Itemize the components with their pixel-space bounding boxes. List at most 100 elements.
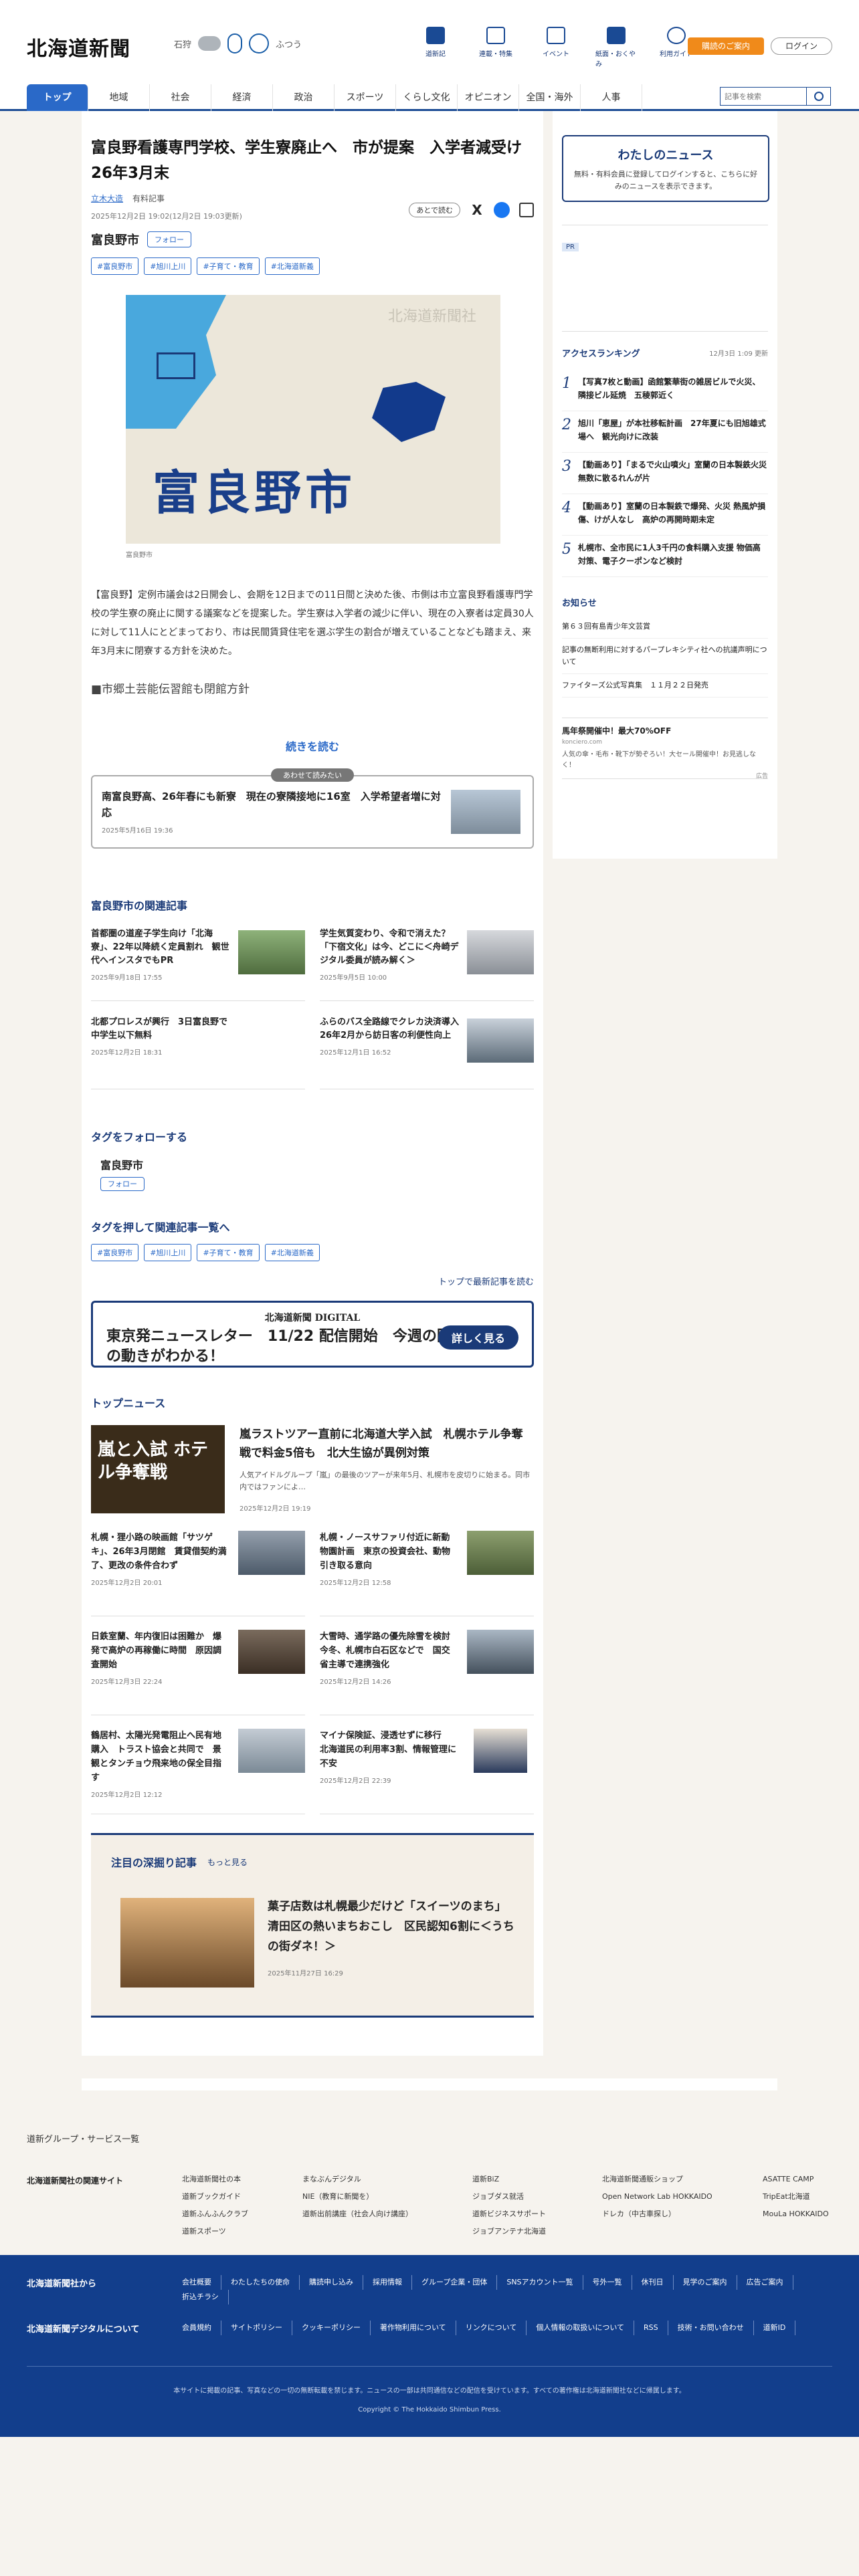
related-site-link[interactable]: ジョブアンテナ北海道 (472, 2223, 546, 2240)
footer-link[interactable]: 技術・お問い合わせ (678, 2321, 754, 2335)
facebook-share-icon[interactable] (494, 202, 510, 218)
deep-dive-more-link[interactable]: もっと見る (207, 1856, 248, 1868)
author-link[interactable]: 立木大造 (91, 193, 123, 204)
header-nav-item[interactable]: 紙面・おくやみ (595, 27, 637, 68)
related-item[interactable]: 北都プロレスが興行 3日富良野で 中学生以下無料 2025年12月2日 18:3… (91, 1016, 305, 1089)
related-site-link[interactable]: 道新出前講座（社会人向け講座） (302, 2206, 413, 2223)
related-site-link[interactable]: 道新ブックガイド (182, 2188, 248, 2206)
footer-link[interactable]: 広告ご案内 (747, 2275, 793, 2290)
top-news-item[interactable]: 札幌・狸小路の映画館「サツゲキ」、26年3月閉館 賃貸借契約満了、更改の条件合わ… (91, 1531, 305, 1616)
related-site-link[interactable]: 道新BiZ (472, 2171, 546, 2188)
footer-link[interactable]: 購読申し込み (309, 2275, 363, 2290)
related-item[interactable]: 首都圏の道産子学生向け「北海寮」、22年以降続く定員割れ 観世代へインスタでもP… (91, 928, 305, 1001)
tag-link[interactable]: #旭川上川 (144, 1244, 192, 1261)
related-site-link[interactable]: NIE（教育に新聞を） (302, 2188, 413, 2206)
share-icon[interactable] (519, 203, 534, 217)
top-news-item[interactable]: 大雪時、通学路の優先除雪を検討 今冬、札幌市白石区などで 国交省主導で連携強化 … (320, 1630, 534, 1715)
footer-link[interactable]: 会社概要 (182, 2275, 221, 2290)
also-read-card[interactable]: あわせて読みたい 南富良野高、26年春にも新寮 現在の寮隣接地に16室 入学希望… (91, 768, 534, 849)
top-news-item[interactable]: 鶴居村、太陽光発電阻止へ民有地購入 トラスト協会と共同で 景観とタンチョウ飛来地… (91, 1729, 305, 1814)
footer-link[interactable]: 休刊日 (642, 2275, 674, 2290)
footer-link[interactable]: 号外一覧 (593, 2275, 632, 2290)
footer-link[interactable]: クッキーポリシー (302, 2321, 371, 2335)
related-site-link[interactable]: 道新スポーツ (182, 2223, 248, 2240)
group-services-link[interactable]: 道新グループ・サービス一覧 (27, 2132, 139, 2145)
notice-item[interactable]: ファイターズ公式写真集 １１月２２日発売 (562, 674, 768, 697)
top-news-item[interactable]: マイナ保険証、浸透せずに移行 北海道民の利用率3割、情報管理に不安 2025年1… (320, 1729, 534, 1814)
related-site-link[interactable]: ASATTE CAMP (763, 2171, 829, 2188)
related-site-link[interactable]: まなぶんデジタル (302, 2171, 413, 2188)
related-item[interactable]: 学生気質変わり、令和で消えた？「下宿文化」は今、どこに＜舟崎デジタル委員が読み解… (320, 928, 534, 1001)
sidebar-ad[interactable]: 馬年祭開催中！最大70%OFF konciero.com 人気の傘・毛布・靴下が… (562, 718, 768, 780)
deep-dive-article-title[interactable]: 菓子店数は札幌最少だけど「スイーツのまち」 清田区の熱いまちおこし 区民認知6割… (268, 1897, 522, 1957)
footer-link[interactable]: 会員規約 (182, 2321, 221, 2335)
tab-politics[interactable]: 政治 (273, 84, 335, 111)
footer-link[interactable]: 個人情報の取扱いについて (536, 2321, 635, 2335)
header-nav-item[interactable]: イベント (535, 27, 577, 68)
ranking-item[interactable]: 2 旭川「恵屋」が本社移転計画 27年夏にも旧旭雄式場へ 観光向けに改装 (562, 411, 768, 453)
ranking-item[interactable]: 1 【写真7枚と動画】函館繁華街の雑居ビルで火災、隣接ビル延焼 五稜郭近く (562, 370, 768, 411)
tab-top[interactable]: トップ (27, 84, 88, 111)
footer-link[interactable]: RSS (644, 2321, 668, 2335)
follow-button[interactable]: フォロー (100, 1177, 145, 1191)
related-item[interactable]: ふらのバス全路線でクレカ決済導入 26年2月から訪日客の利便性向上 2025年1… (320, 1016, 534, 1089)
ranking-item[interactable]: 4 【動画あり】室蘭の日本製鉄で爆発、火災 熱風炉損傷、けが人なし 高炉の再開時期… (562, 494, 768, 536)
banner-button[interactable]: 詳しく見る (438, 1325, 518, 1350)
footer-link[interactable]: SNSアカウント一覧 (506, 2275, 583, 2290)
tag-link[interactable]: #子育て・教育 (197, 1244, 260, 1261)
tag-link[interactable]: #子育て・教育 (197, 257, 260, 275)
footer-link[interactable]: 著作物利用について (380, 2321, 456, 2335)
header-nav-item[interactable]: 道新記 (415, 27, 456, 68)
footer-link[interactable]: 折込チラシ (182, 2290, 229, 2304)
notice-title[interactable]: お知らせ (562, 596, 768, 609)
footer-link[interactable]: わたしたちの使命 (231, 2275, 300, 2290)
tag-link[interactable]: #旭川上川 (144, 257, 192, 275)
subscribe-button[interactable]: 購読のご案内 (688, 37, 764, 55)
x-share-icon[interactable]: X (470, 203, 484, 217)
read-more-link[interactable]: 続きを読む (91, 738, 534, 754)
related-site-link[interactable]: 道新ふんふんクラブ (182, 2206, 248, 2223)
footer-link[interactable]: サイトポリシー (231, 2321, 292, 2335)
tag-link[interactable]: #富良野市 (91, 257, 139, 275)
footer-link[interactable]: 採用情報 (373, 2275, 412, 2290)
search-icon[interactable] (806, 88, 830, 105)
search-input[interactable] (721, 88, 805, 105)
related-site-link[interactable]: ジョブダス就活 (472, 2188, 546, 2206)
newsletter-banner[interactable]: 北海道新聞 DIGITAL 東京発ニュースレター 11/22 配信開始 今週の国… (91, 1301, 534, 1368)
tab-economy[interactable]: 経済 (211, 84, 273, 111)
site-logo[interactable]: 北海道新聞 (27, 32, 130, 62)
read-later-button[interactable]: あとで読む (409, 203, 460, 217)
related-site-link[interactable]: 道新ビジネスサポート (472, 2206, 546, 2223)
tag-link[interactable]: #富良野市 (91, 1244, 139, 1261)
tab-region[interactable]: 地域 (88, 84, 150, 111)
tag-link[interactable]: #北海道新義 (264, 1244, 320, 1261)
my-news-box[interactable]: わたしのニュース 無料・有料会員に登録してログインすると、こちらに好みのニュース… (562, 135, 769, 202)
header-nav-item[interactable]: 連載・特集 (475, 27, 516, 68)
related-site-link[interactable]: Open Network Lab HOKKAIDO (602, 2188, 712, 2206)
tag-link[interactable]: #北海道新義 (264, 257, 320, 275)
tab-world[interactable]: 全国・海外 (519, 84, 581, 111)
follow-button[interactable]: フォロー (147, 231, 191, 247)
ranking-item[interactable]: 5 札幌市、全市民に1人3千円の食料購入支援 物価高対策、電子クーポンなど検討 (562, 536, 768, 577)
tab-personnel[interactable]: 人事 (581, 84, 642, 111)
notice-item[interactable]: 第６３回有島青少年文芸賞 (562, 615, 768, 639)
related-site-link[interactable]: 北海道新聞通販ショップ (602, 2171, 712, 2188)
footer-link[interactable]: リンクについて (466, 2321, 527, 2335)
tab-society[interactable]: 社会 (150, 84, 211, 111)
footer-link[interactable]: グループ企業・団体 (421, 2275, 498, 2290)
top-latest-link[interactable]: トップで最新記事を読む (91, 1275, 534, 1287)
ranking-title[interactable]: アクセスランキング (562, 346, 640, 359)
related-site-link[interactable]: MouLa HOKKAIDO (763, 2206, 829, 2223)
footer-link[interactable]: 道新ID (763, 2321, 796, 2335)
tab-sports[interactable]: スポーツ (335, 84, 396, 111)
top-news-item[interactable]: 日鉄室蘭、年内復旧は困難か 爆発で高炉の再稼働に時間 原因調査開始 2025年1… (91, 1630, 305, 1715)
top-news-item[interactable]: 札幌・ノースサファリ付近に新動物園計画 東京の投資会社、動物引き取る意向 202… (320, 1531, 534, 1616)
footer-link[interactable]: 見学のご案内 (683, 2275, 737, 2290)
weather-widget[interactable]: 石狩 ふつう (174, 33, 302, 53)
related-site-link[interactable]: 北海道新聞社の本 (182, 2171, 248, 2188)
ranking-item[interactable]: 3 【動画あり】「まるで火山噴火」室蘭の日本製鉄火災 無数に散るれんが片 (562, 453, 775, 494)
tab-culture[interactable]: くらし文化 (396, 84, 458, 111)
tab-opinion[interactable]: オピニオン (458, 84, 519, 111)
login-button[interactable]: ログイン (771, 37, 832, 55)
notice-item[interactable]: 記事の無断利用に対するパープレキシティ社への抗議声明について (562, 639, 768, 674)
